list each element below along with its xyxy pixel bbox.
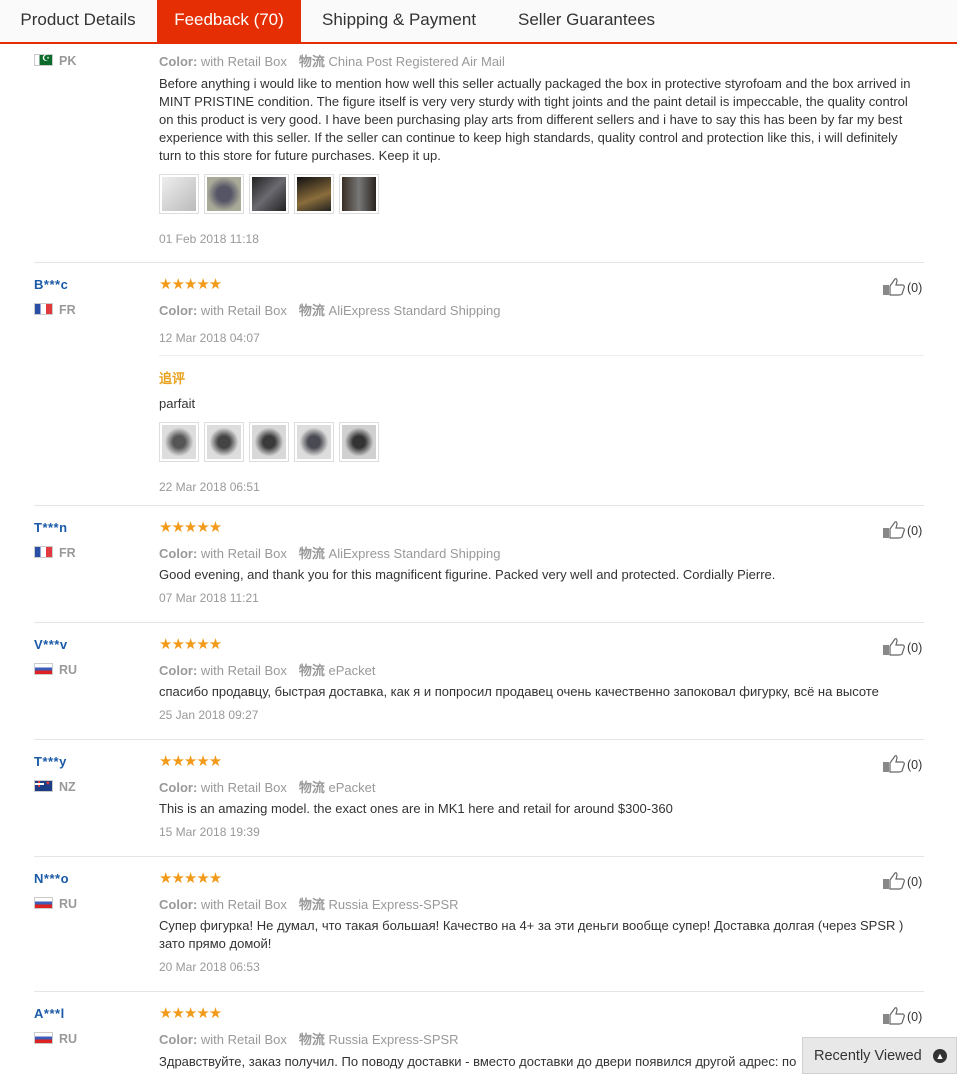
- new-zealand-flag-icon: [34, 778, 53, 792]
- russia-flag-icon: [34, 897, 53, 909]
- review-date: 25 Jan 2018 09:27: [159, 708, 259, 722]
- followup-text: parfait: [159, 396, 196, 411]
- recently-viewed-button[interactable]: Recently Viewed ▲: [802, 1037, 957, 1074]
- review-photo-thumbnail[interactable]: [294, 174, 334, 214]
- review-item: T***y NZ ★★★★★ (0) Color: with Retail Bo…: [0, 740, 957, 857]
- star-rating: ★★★★★: [159, 276, 222, 293]
- country-badge: RU: [34, 1032, 77, 1046]
- country-badge: NZ: [34, 778, 76, 794]
- chevron-up-icon: ▲: [933, 1049, 947, 1063]
- review-meta: Color: with Retail Box 物流 ePacket: [159, 663, 376, 678]
- tab-feedback[interactable]: Feedback (70): [157, 0, 301, 42]
- country-badge: FR: [34, 546, 76, 560]
- like-count: (0): [907, 875, 923, 889]
- review-photo-thumbnail[interactable]: [249, 422, 289, 462]
- tab-seller-guarantees[interactable]: Seller Guarantees: [518, 0, 655, 42]
- country-badge: PK: [34, 53, 76, 68]
- review-meta: Color: with Retail Box 物流 China Post Regi…: [159, 54, 505, 69]
- tab-product-details[interactable]: Product Details: [0, 0, 156, 42]
- review-photo-thumbnail[interactable]: [339, 174, 379, 214]
- star-rating: ★★★★★: [159, 753, 222, 770]
- like-count: (0): [907, 524, 923, 538]
- review-meta: Color: with Retail Box 物流 Russia Express-…: [159, 1032, 459, 1047]
- helpful-button[interactable]: (0): [882, 278, 922, 296]
- divider: [159, 355, 924, 356]
- thumbs-up-icon: [883, 1007, 905, 1025]
- helpful-button[interactable]: (0): [882, 521, 922, 539]
- additional-feedback-label: 追评: [159, 371, 186, 386]
- review-text: This is an amazing model. the exact ones…: [159, 801, 673, 816]
- thumbs-up-icon: [883, 521, 905, 539]
- like-count: (0): [907, 758, 923, 772]
- review-text: Before anything i would like to mention …: [159, 76, 911, 163]
- thumbs-up-icon: [883, 872, 905, 890]
- reviewer-name: T***y: [34, 754, 67, 769]
- review-item: T***n FR ★★★★★ (0) Color: with Retail Bo…: [0, 506, 957, 623]
- review-meta: Color: with Retail Box 物流 Russia Express-…: [159, 897, 459, 912]
- review-text: Good evening, and thank you for this mag…: [159, 567, 776, 582]
- review-meta: Color: with Retail Box 物流 AliExpress Stan…: [159, 303, 501, 318]
- review-item: B***c FR ★★★★★ (0) Color: with Retail Bo…: [0, 263, 957, 506]
- review-item: N***o RU ★★★★★ (0) Color: with Retail Bo…: [0, 857, 957, 992]
- review-item: V***v RU ★★★★★ (0) Color: with Retail Bo…: [0, 623, 957, 740]
- review-meta: Color: with Retail Box 物流 AliExpress Stan…: [159, 546, 501, 561]
- tab-shipping-payment[interactable]: Shipping & Payment: [322, 0, 476, 42]
- like-count: (0): [907, 1010, 923, 1024]
- review-date: 07 Mar 2018 11:21: [159, 591, 259, 605]
- review-item: PK Color: with Retail Box物流 China Post R…: [0, 40, 957, 263]
- review-photo-thumbnail[interactable]: [159, 174, 199, 214]
- review-photo-thumbnail[interactable]: [204, 422, 244, 462]
- tab-bar: Product Details Feedback (70) Shipping &…: [0, 0, 957, 44]
- review-date: 01 Feb 2018 11:18: [159, 232, 259, 246]
- review-text: спасибо продавцу, быстрая доставка, как …: [159, 684, 879, 699]
- review-date: 12 Mar 2018 04:07: [159, 331, 260, 345]
- france-flag-icon: [34, 546, 53, 558]
- like-count: (0): [907, 281, 923, 295]
- star-rating: ★★★★★: [159, 519, 222, 536]
- reviewer-name: T***n: [34, 520, 68, 535]
- review-photos: [159, 422, 384, 462]
- star-rating: ★★★★★: [159, 636, 222, 653]
- review-photo-thumbnail[interactable]: [204, 174, 244, 214]
- country-badge: RU: [34, 663, 77, 677]
- review-meta: Color: with Retail Box 物流 ePacket: [159, 780, 376, 795]
- reviewer-name: A***l: [34, 1006, 65, 1021]
- helpful-button[interactable]: (0): [882, 638, 922, 656]
- review-date: 15 Mar 2018 19:39: [159, 825, 260, 839]
- helpful-button[interactable]: (0): [882, 872, 922, 890]
- thumbs-up-icon: [883, 755, 905, 773]
- reviewer-name: V***v: [34, 637, 68, 652]
- review-photo-thumbnail[interactable]: [249, 174, 289, 214]
- country-badge: FR: [34, 303, 76, 317]
- review-photo-thumbnail[interactable]: [159, 422, 199, 462]
- thumbs-up-icon: [883, 638, 905, 656]
- star-rating: ★★★★★: [159, 1005, 222, 1022]
- star-rating: ★★★★★: [159, 870, 222, 887]
- like-count: (0): [907, 641, 923, 655]
- recently-viewed-label: Recently Viewed: [814, 1048, 922, 1064]
- russia-flag-icon: [34, 1032, 53, 1044]
- france-flag-icon: [34, 303, 53, 315]
- helpful-button[interactable]: (0): [882, 755, 922, 773]
- helpful-button[interactable]: (0): [882, 1007, 922, 1025]
- russia-flag-icon: [34, 663, 53, 675]
- reviewer-name: B***c: [34, 277, 69, 292]
- country-badge: RU: [34, 897, 77, 911]
- review-date: 20 Mar 2018 06:53: [159, 960, 260, 974]
- reviewer-name: N***o: [34, 871, 70, 886]
- review-photo-thumbnail[interactable]: [294, 422, 334, 462]
- thumbs-up-icon: [883, 278, 905, 296]
- review-photo-thumbnail[interactable]: [339, 422, 379, 462]
- pakistan-flag-icon: [34, 53, 53, 66]
- review-text: Супер фигурка! Не думал, что такая больш…: [159, 918, 904, 951]
- review-photos: [159, 174, 384, 214]
- review-text: Здравствуйте, заказ получил. По поводу д…: [159, 1054, 797, 1069]
- followup-date: 22 Mar 2018 06:51: [159, 480, 260, 494]
